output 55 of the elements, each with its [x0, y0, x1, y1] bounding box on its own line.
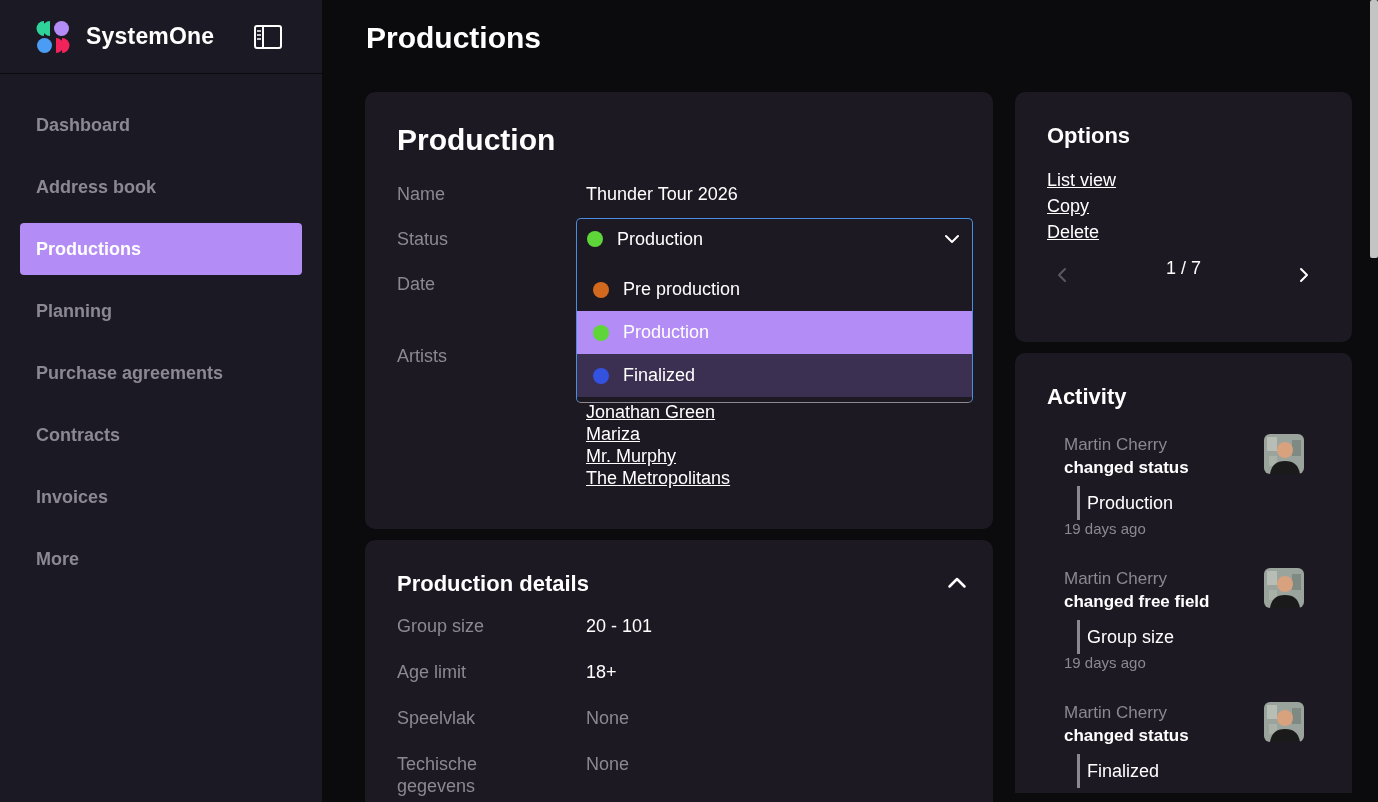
- field-value: 18+: [586, 661, 618, 683]
- select-option[interactable]: Finalized: [577, 354, 972, 397]
- page-counter: 1 / 7: [1166, 257, 1201, 279]
- artist-link[interactable]: Mariza: [586, 423, 640, 445]
- field-label: Artists: [397, 345, 448, 368]
- sidebar-item[interactable]: Invoices: [20, 471, 302, 523]
- card-title: Production details: [397, 570, 589, 598]
- field-label: Date: [397, 273, 437, 296]
- field-label: Speelvlak: [397, 707, 477, 729]
- field-value: None: [586, 707, 631, 729]
- activity-value: Finalized: [1077, 754, 1160, 788]
- artist-link[interactable]: The Metropolitans: [586, 467, 731, 489]
- field-label: Name: [397, 183, 446, 206]
- activity-action: changed status: [1064, 457, 1190, 479]
- field-value: None: [586, 753, 631, 776]
- card-title: Production: [397, 122, 557, 158]
- field-value: Thunder Tour 2026: [586, 184, 738, 204]
- sidebar-item[interactable]: More: [20, 533, 302, 585]
- field-value: 20 - 101: [586, 615, 654, 637]
- status-select[interactable]: Production Pre production Production Finalized: [576, 218, 973, 403]
- sidebar-item[interactable]: Purchase agreements: [20, 347, 302, 399]
- scrollbar-thumb[interactable]: [1370, 0, 1378, 258]
- sidebar-item[interactable]: Address book: [20, 161, 302, 213]
- field-label: Group size: [397, 615, 486, 637]
- activity-value: Production: [1077, 486, 1174, 520]
- sidebar-item[interactable]: Planning: [20, 285, 302, 337]
- card-title: Options: [1047, 122, 1132, 150]
- activity-value: Group size: [1077, 620, 1175, 654]
- activity-user: Martin Cherry: [1064, 568, 1168, 590]
- field-label: Age limit: [397, 661, 468, 683]
- artist-link[interactable]: Jonathan Green: [586, 401, 716, 423]
- activity-action: changed status: [1064, 725, 1190, 747]
- select-value: Production: [617, 228, 704, 250]
- logo-icon: [36, 19, 70, 54]
- activity-user: Martin Cherry: [1064, 702, 1168, 724]
- activity-action: changed free field: [1064, 591, 1211, 613]
- activity-time: 19 days ago: [1064, 520, 1147, 538]
- brand-name: SystemOne: [86, 23, 215, 50]
- option-link[interactable]: Copy: [1047, 193, 1090, 219]
- option-link[interactable]: List view: [1047, 167, 1117, 193]
- option-label: Pre production: [623, 279, 741, 300]
- artist-link[interactable]: Mr. Murphy: [586, 445, 677, 467]
- field-label: Status: [397, 228, 450, 251]
- option-label: Finalized: [623, 365, 696, 386]
- page-title: Productions: [366, 20, 542, 56]
- sidebar-toggle-icon[interactable]: [254, 24, 282, 49]
- sidebar-item[interactable]: Dashboard: [20, 99, 302, 151]
- activity-time: 19 days ago: [1064, 654, 1147, 672]
- field-label: Techische gegevens: [397, 753, 479, 797]
- select-option[interactable]: Pre production: [577, 268, 972, 311]
- sidebar-item[interactable]: Contracts: [20, 409, 302, 461]
- option-link[interactable]: Delete: [1047, 219, 1100, 245]
- card-title: Activity: [1047, 383, 1128, 411]
- activity-user: Martin Cherry: [1064, 434, 1168, 456]
- option-label: Production: [623, 322, 710, 343]
